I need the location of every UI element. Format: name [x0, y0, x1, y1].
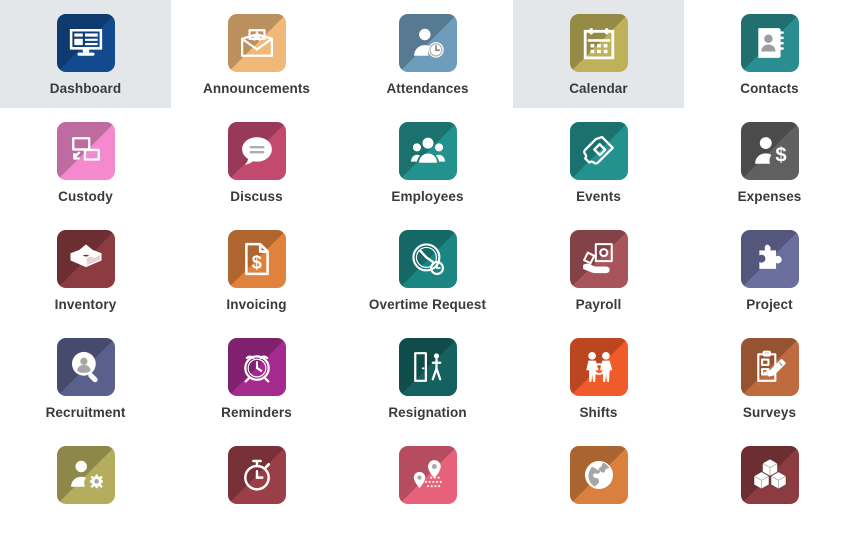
- app-tile-label: Recruitment: [45, 405, 126, 420]
- map-pins-route-icon[interactable]: [398, 446, 457, 504]
- person-dollar-icon-glyph: $: [753, 134, 787, 168]
- app-tile-attendances[interactable]: Attendances: [342, 0, 513, 108]
- cubes-icon-glyph: [753, 458, 787, 492]
- app-tile-label: Inventory: [54, 297, 117, 312]
- app-tile-custody[interactable]: Custody: [0, 108, 171, 216]
- app-tile-label: Resignation: [388, 405, 467, 420]
- app-tile-overtime-request[interactable]: Overtime Request: [342, 216, 513, 324]
- person-dollar-icon[interactable]: $: [740, 122, 799, 180]
- clipboard-pencil-icon-glyph: [753, 350, 787, 384]
- app-tile-announcements[interactable]: Announcements: [171, 0, 342, 108]
- envelope-star-icon[interactable]: [227, 14, 286, 72]
- door-exit-icon-glyph: [411, 350, 445, 384]
- app-tile-label: Overtime Request: [368, 297, 487, 312]
- person-gear-icon-glyph: [69, 458, 103, 492]
- app-tile-dashboard[interactable]: Dashboard: [0, 0, 171, 108]
- contact-book-icon[interactable]: [740, 14, 799, 72]
- speech-bubble-icon-glyph: [240, 134, 274, 168]
- app-tile-24[interactable]: [684, 432, 855, 540]
- calendar-icon-glyph: [582, 26, 616, 60]
- magnifier-person-icon-glyph: [69, 350, 103, 384]
- alarm-clock-icon[interactable]: [227, 338, 286, 396]
- ticket-icon-glyph: [582, 134, 616, 168]
- globe-icon[interactable]: [569, 446, 628, 504]
- hand-money-icon-glyph: [582, 242, 616, 276]
- puzzle-piece-icon-glyph: [753, 242, 787, 276]
- cubes-icon[interactable]: [740, 446, 799, 504]
- globe-icon-glyph: [582, 458, 616, 492]
- people-group-icon[interactable]: [398, 122, 457, 180]
- puzzle-piece-icon[interactable]: [740, 230, 799, 288]
- screens-handover-icon-glyph: [69, 134, 103, 168]
- app-tile-resignation[interactable]: Resignation: [342, 324, 513, 432]
- app-tile-payroll[interactable]: Payroll: [513, 216, 684, 324]
- open-box-icon[interactable]: [56, 230, 115, 288]
- screens-handover-icon[interactable]: [56, 122, 115, 180]
- app-tile-21[interactable]: [171, 432, 342, 540]
- app-tile-label: Contacts: [740, 81, 799, 96]
- app-tile-label: Payroll: [575, 297, 622, 312]
- app-tile-label: Invoicing: [226, 297, 287, 312]
- app-tile-expenses[interactable]: $ Expenses: [684, 108, 855, 216]
- app-tile-label: Discuss: [230, 189, 283, 204]
- svg-text:$: $: [775, 145, 786, 167]
- people-group-icon-glyph: [410, 134, 445, 168]
- app-tile-23[interactable]: [513, 432, 684, 540]
- person-clock-icon-glyph: [411, 26, 445, 60]
- invoice-dollar-icon-glyph: $: [240, 242, 274, 276]
- app-tile-label: Surveys: [742, 405, 797, 420]
- app-tile-label: Custody: [58, 189, 113, 204]
- two-people-icon[interactable]: [569, 338, 628, 396]
- app-tile-22[interactable]: [342, 432, 513, 540]
- app-tile-label: Reminders: [221, 405, 292, 420]
- dashboard-monitor-icon-glyph: [69, 26, 103, 60]
- app-tile-events[interactable]: Events: [513, 108, 684, 216]
- map-pins-route-icon-glyph: [411, 458, 445, 492]
- magnifier-person-icon[interactable]: [56, 338, 115, 396]
- app-tile-discuss[interactable]: Discuss: [171, 108, 342, 216]
- gauge-clock-icon-glyph: [411, 242, 445, 276]
- app-tile-calendar[interactable]: Calendar: [513, 0, 684, 108]
- svg-text:$: $: [251, 253, 261, 273]
- app-tile-label: Attendances: [386, 81, 469, 96]
- app-tile-label: Events: [576, 189, 621, 204]
- app-tile-label: Announcements: [202, 81, 311, 96]
- person-gear-icon[interactable]: [56, 446, 115, 504]
- calendar-icon[interactable]: [569, 14, 628, 72]
- alarm-clock-icon-glyph: [240, 350, 274, 384]
- open-box-icon-glyph: [69, 242, 103, 276]
- clipboard-pencil-icon[interactable]: [740, 338, 799, 396]
- app-tile-invoicing[interactable]: $ Invoicing: [171, 216, 342, 324]
- app-tile-recruitment[interactable]: Recruitment: [0, 324, 171, 432]
- app-tile-20[interactable]: [0, 432, 171, 540]
- gauge-clock-icon[interactable]: [398, 230, 457, 288]
- door-exit-icon[interactable]: [398, 338, 457, 396]
- speech-bubble-icon[interactable]: [227, 122, 286, 180]
- app-tile-label: Shifts: [579, 405, 618, 420]
- hand-money-icon[interactable]: [569, 230, 628, 288]
- app-tile-label: Expenses: [737, 189, 802, 204]
- app-tile-label: Project: [746, 297, 793, 312]
- contact-book-icon-glyph: [753, 26, 787, 60]
- dashboard-monitor-icon[interactable]: [56, 14, 115, 72]
- ticket-icon[interactable]: [569, 122, 628, 180]
- envelope-star-icon-glyph: [240, 26, 274, 60]
- app-tile-label: Dashboard: [49, 81, 122, 96]
- app-tile-label: Calendar: [569, 81, 628, 96]
- two-people-icon-glyph: [582, 350, 616, 384]
- invoice-dollar-icon[interactable]: $: [227, 230, 286, 288]
- stopwatch-icon-glyph: [240, 458, 274, 492]
- app-tile-shifts[interactable]: Shifts: [513, 324, 684, 432]
- app-grid: Dashboard Announcements Attendances Cale…: [0, 0, 855, 540]
- app-tile-surveys[interactable]: Surveys: [684, 324, 855, 432]
- person-clock-icon[interactable]: [398, 14, 457, 72]
- app-tile-contacts[interactable]: Contacts: [684, 0, 855, 108]
- app-tile-project[interactable]: Project: [684, 216, 855, 324]
- stopwatch-icon[interactable]: [227, 446, 286, 504]
- app-tile-reminders[interactable]: Reminders: [171, 324, 342, 432]
- app-tile-inventory[interactable]: Inventory: [0, 216, 171, 324]
- app-tile-label: Employees: [391, 189, 464, 204]
- app-tile-employees[interactable]: Employees: [342, 108, 513, 216]
